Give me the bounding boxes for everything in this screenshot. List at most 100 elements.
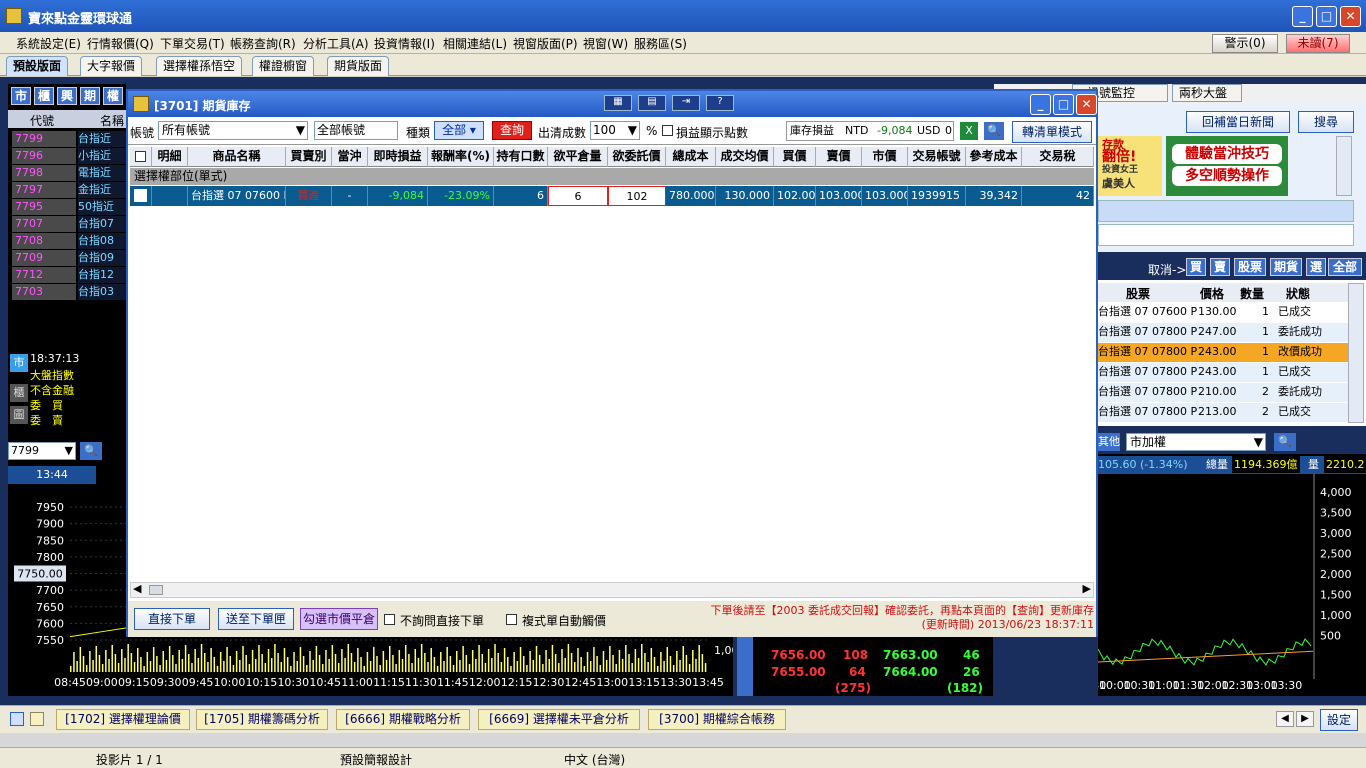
menu-links[interactable]: 相關連結(L) — [443, 35, 507, 52]
search-icon[interactable]: 🔍 — [80, 442, 102, 460]
quote-row[interactable]: 7703 台指03 — [10, 284, 126, 301]
account-select[interactable]: 所有帳號 ▼ — [158, 121, 308, 140]
market-close-button[interactable]: 勾選市價平倉 — [300, 608, 378, 630]
reload-news-button[interactable]: 回補當日新聞 — [1186, 111, 1290, 133]
query-button[interactable]: 查詢 — [492, 121, 532, 140]
layout-icon[interactable]: ▦ — [604, 95, 632, 111]
news-scrollbar[interactable] — [1336, 136, 1352, 196]
menu-service[interactable]: 服務區(S) — [634, 35, 687, 52]
task-1702[interactable]: [1702] 選擇權理論價 — [56, 709, 190, 730]
menu-layout[interactable]: 視窗版面(P) — [513, 35, 578, 52]
row-checkbox[interactable] — [130, 186, 152, 206]
menu-account[interactable]: 帳務查詢(R) — [230, 35, 296, 52]
market-tse-button[interactable]: 市 — [11, 87, 31, 105]
column-header[interactable]: 欲委託價 — [608, 147, 666, 167]
minimize-button[interactable]: _ — [1292, 6, 1313, 27]
column-header[interactable]: 總成本 — [666, 147, 716, 167]
switch-list-button[interactable]: 轉清單模式 — [1012, 121, 1092, 143]
order-row[interactable]: 台指選 07 07600 P 130.00 1 已成交 — [1098, 303, 1348, 322]
dialog-close-button[interactable]: ✕ — [1076, 94, 1097, 115]
send-to-box-button[interactable]: 送至下單匣 — [218, 608, 294, 630]
order-row[interactable]: 台指選 07 07800 P 247.00 1 委託成功 — [1098, 323, 1348, 342]
ad-banner-2[interactable]: 體驗當沖技巧 多空順勢操作 — [1166, 136, 1288, 196]
window-icon[interactable] — [30, 712, 44, 726]
search-news-button[interactable]: 搜尋 — [1298, 111, 1354, 133]
menu-info[interactable]: 投資情報(I) — [374, 35, 435, 52]
inventory-row[interactable]: 台指選 07 07600 P 買進 - -9,084 -23.09% 6 6 102 780.0… — [130, 186, 1094, 206]
tab-default[interactable]: 預設版面 — [6, 56, 69, 76]
column-header[interactable]: 交易稅 — [1022, 147, 1094, 167]
help-icon[interactable]: ? — [706, 95, 734, 111]
side-tab-otc[interactable]: 櫃 — [10, 384, 28, 402]
search-icon[interactable]: 🔍 — [1274, 433, 1296, 451]
tab-two-second[interactable]: 兩秒大盤 — [1172, 84, 1242, 102]
ad-banner-1[interactable]: 存款 翻倍! 投資女王 虞美人 — [1098, 136, 1162, 196]
select-all-checkbox[interactable] — [130, 147, 152, 167]
task-6666[interactable]: [6666] 期權戰略分析 — [336, 709, 470, 730]
scroll-left-icon[interactable]: ◀ — [1276, 711, 1294, 727]
window-icon[interactable] — [10, 712, 24, 726]
excel-icon[interactable]: X — [960, 122, 978, 140]
scroll-left-icon[interactable]: ◀ — [133, 582, 141, 595]
kind-select[interactable]: 全部 ▾ — [434, 121, 484, 140]
order-row[interactable]: 台指選 07 07800 P 213.00 2 已成交 — [1098, 403, 1348, 422]
menu-quotes[interactable]: 行情報價(Q) — [87, 35, 154, 52]
dialog-maximize-button[interactable]: □ — [1053, 94, 1074, 115]
column-header[interactable]: 買賣別 — [286, 147, 332, 167]
no-ask-checkbox[interactable] — [384, 614, 395, 625]
market-futures-button[interactable]: 期 — [80, 87, 100, 105]
trade-qty-select[interactable]: 100 ▼ — [590, 121, 640, 140]
cancel-buy-button[interactable]: 買 — [1186, 258, 1206, 276]
auto-price-checkbox[interactable] — [506, 614, 517, 625]
quote-row[interactable]: 7709 台指09 — [10, 250, 126, 267]
side-tab-chart[interactable]: 圖 — [10, 406, 28, 424]
column-header[interactable]: 交易帳號 — [908, 147, 966, 167]
menu-analysis[interactable]: 分析工具(A) — [303, 35, 369, 52]
order-row[interactable]: 台指選 07 07800 P 210.00 2 委託成功 — [1098, 383, 1348, 402]
market-emerging-button[interactable]: 興 — [57, 87, 77, 105]
tab-option-wukong[interactable]: 選擇權孫悟空 — [156, 56, 243, 76]
print-icon[interactable]: ▤ — [638, 95, 666, 111]
export-icon[interactable]: ⇥ — [672, 95, 700, 111]
quote-row[interactable]: 7707 台指07 — [10, 216, 126, 233]
search-icon[interactable]: 🔍 — [984, 122, 1004, 140]
settings-button[interactable]: 設定 — [1320, 709, 1358, 731]
column-header[interactable]: 即時損益 — [368, 147, 428, 167]
bid-ask-scroll[interactable] — [737, 628, 753, 696]
scroll-right-icon[interactable]: ▶ — [1083, 582, 1091, 595]
cancel-futures-button[interactable]: 期貨 — [1270, 258, 1302, 276]
other-button[interactable]: 其他 — [1098, 433, 1120, 451]
order-scrollbar[interactable] — [1348, 283, 1364, 423]
alert-button[interactable]: 警示(0) — [1212, 34, 1278, 53]
symbol-select[interactable]: 7799 ▼ — [8, 442, 76, 460]
task-3700[interactable]: [3700] 期權綜合帳務 — [648, 709, 786, 730]
quote-row[interactable]: 7797 金指近 — [10, 182, 126, 199]
dialog-minimize-button[interactable]: _ — [1030, 94, 1051, 115]
cancel-sell-button[interactable]: 賣 — [1210, 258, 1230, 276]
index-select[interactable]: 市加權 ▼ — [1126, 433, 1266, 451]
menu-trade[interactable]: 下單交易(T) — [160, 35, 225, 52]
menu-system[interactable]: 系統設定(E) — [16, 35, 81, 52]
tab-warrant[interactable]: 權證櫥窗 — [252, 56, 315, 76]
column-header[interactable]: 欲平倉量 — [548, 147, 608, 167]
column-header[interactable]: 商品名稱 — [188, 147, 286, 167]
column-header[interactable]: 市價 — [862, 147, 908, 167]
quote-row[interactable]: 7798 電指近 — [10, 165, 126, 182]
direct-order-button[interactable]: 直接下單 — [134, 608, 210, 630]
quote-row[interactable]: 7795 50指近 — [10, 199, 126, 216]
unread-button[interactable]: 未讀(7) — [1286, 34, 1350, 53]
all-accounts-field[interactable]: 全部帳號 — [314, 121, 398, 140]
task-1705[interactable]: [1705] 期權籌碼分析 — [196, 709, 328, 730]
market-options-button[interactable]: 權 — [103, 87, 123, 105]
order-row[interactable]: 台指選 07 07800 P 243.00 1 已成交 — [1098, 363, 1348, 382]
column-header[interactable]: 買價 — [774, 147, 816, 167]
column-header[interactable]: 賣價 — [816, 147, 862, 167]
quote-row[interactable]: 7796 小指近 — [10, 148, 126, 165]
quote-row[interactable]: 7799 台指近 — [10, 131, 126, 148]
order-row[interactable]: 台指選 07 07800 P 243.00 1 改價成功 — [1098, 343, 1348, 362]
show-points-checkbox[interactable] — [662, 125, 673, 136]
maximize-button[interactable]: □ — [1316, 6, 1337, 27]
market-otc-button[interactable]: 櫃 — [34, 87, 54, 105]
column-header[interactable]: 持有口數 — [494, 147, 548, 167]
menu-window[interactable]: 視窗(W) — [583, 35, 628, 52]
